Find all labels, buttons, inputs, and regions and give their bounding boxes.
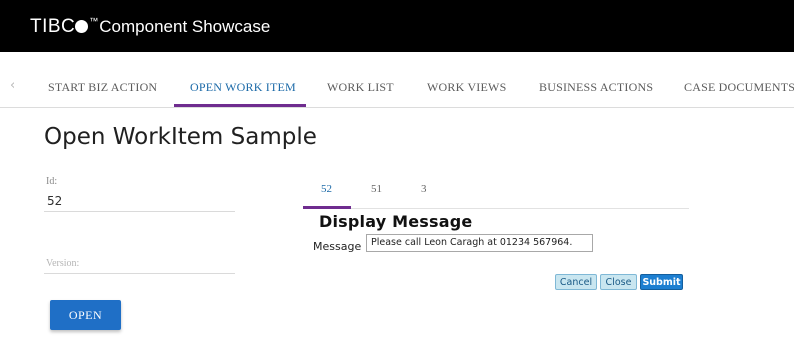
workitem-tab-3[interactable]: 3 <box>421 183 427 195</box>
version-input-underline <box>44 273 235 274</box>
workitem-tab-51[interactable]: 51 <box>371 183 382 195</box>
page-title: Open WorkItem Sample <box>44 124 317 150</box>
tab-start-biz-action[interactable]: START BIZ ACTION <box>48 80 157 95</box>
cancel-button[interactable]: Cancel <box>555 274 597 290</box>
tab-business-actions[interactable]: BUSINESS ACTIONS <box>539 80 653 95</box>
message-label: Message <box>313 240 362 253</box>
tab-work-list[interactable]: WORK LIST <box>327 80 394 95</box>
id-input[interactable]: 52 <box>47 194 62 208</box>
app-header: TIBC ™ Component Showcase <box>0 0 794 52</box>
close-button[interactable]: Close <box>600 274 637 290</box>
message-field[interactable]: Please call Leon Caragh at 01234 567964. <box>366 234 593 252</box>
main-tab-bar: ‹ START BIZ ACTION OPEN WORK ITEM WORK L… <box>0 66 794 108</box>
version-input[interactable]: Version: <box>46 258 79 269</box>
app-name: Component Showcase <box>99 17 271 36</box>
active-tab-indicator <box>174 104 306 107</box>
tab-work-views[interactable]: WORK VIEWS <box>427 80 506 95</box>
id-input-underline <box>44 211 235 212</box>
id-label: Id: <box>46 176 58 187</box>
brand-trademark: ™ <box>89 16 99 26</box>
workitem-tab-52[interactable]: 52 <box>321 183 332 195</box>
tab-case-documents[interactable]: CASE DOCUMENTS <box>684 80 794 95</box>
workitem-tab-divider <box>303 208 689 209</box>
display-message-heading: Display Message <box>319 212 473 231</box>
open-button[interactable]: OPEN <box>50 300 121 330</box>
brand-o-icon <box>75 20 89 33</box>
tab-open-work-item[interactable]: OPEN WORK ITEM <box>190 80 296 95</box>
workitem-active-tab-indicator <box>303 206 351 209</box>
tab-scroll-left-icon[interactable]: ‹ <box>10 78 15 93</box>
brand-tibco-text: TIBC <box>30 16 89 38</box>
submit-button[interactable]: Submit <box>640 274 683 290</box>
brand-logo[interactable]: TIBC ™ Component Showcase <box>30 16 270 38</box>
